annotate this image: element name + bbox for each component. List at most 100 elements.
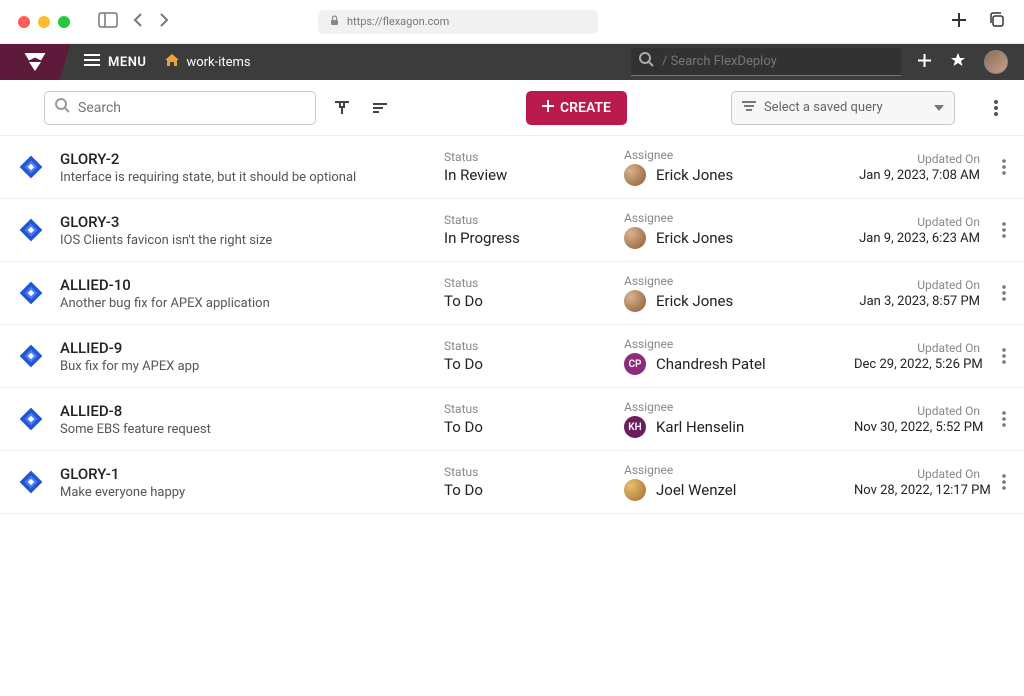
row-more-button[interactable] [992,155,1016,179]
assignee-name: Erick Jones [656,292,733,310]
row-more-button[interactable] [992,407,1016,431]
updated-value: Nov 28, 2022, 12:17 PM [854,483,980,498]
work-item-id[interactable]: ALLIED-10 [60,276,444,294]
window-controls [18,16,70,28]
add-tab-icon[interactable] [950,11,968,33]
assignee-name: Chandresh Patel [656,355,766,373]
assignee-avatar [624,227,646,249]
updated-label: Updated On [854,341,980,355]
item-type-icon [0,280,44,306]
assignee-avatar: KH [624,416,646,438]
maximize-window-icon[interactable] [58,16,70,28]
status-value: To Do [444,292,624,310]
work-item-row[interactable]: ALLIED-10 Another bug fix for APEX appli… [0,262,1024,325]
global-search[interactable] [631,48,901,76]
lock-icon [330,15,339,29]
updated-value: Jan 9, 2023, 7:08 AM [854,168,980,183]
work-item-id[interactable]: GLORY-2 [60,150,444,168]
item-type-icon [0,406,44,432]
menu-label: MENU [108,55,146,70]
menu-button[interactable]: MENU [70,54,160,70]
search-icon [55,98,70,117]
work-item-row[interactable]: ALLIED-9 Bux fix for my APEX app Status … [0,325,1024,388]
status-value: In Progress [444,229,624,247]
filter-list-icon [742,100,756,115]
row-more-button[interactable] [992,281,1016,305]
updated-label: Updated On [854,278,980,292]
updated-label: Updated On [854,152,980,166]
breadcrumb[interactable]: work-items [160,53,250,71]
back-icon[interactable] [132,12,144,32]
global-search-input[interactable] [662,54,893,69]
home-icon [164,53,180,71]
assignee-name: Joel Wenzel [656,481,736,499]
close-window-icon[interactable] [18,16,30,28]
assignee-avatar [624,290,646,312]
updated-value: Jan 3, 2023, 8:57 PM [854,294,980,309]
url-text: https://flexagon.com [347,15,449,28]
updated-label: Updated On [854,404,980,418]
updated-value: Jan 9, 2023, 6:23 AM [854,231,980,246]
status-label: Status [444,150,624,164]
work-item-id[interactable]: ALLIED-8 [60,402,444,420]
work-item-description: IOS Clients favicon isn't the right size [60,233,444,248]
row-more-button[interactable] [992,470,1016,494]
assignee-avatar [624,479,646,501]
work-item-id[interactable]: ALLIED-9 [60,339,444,357]
updated-label: Updated On [854,215,980,229]
create-label: CREATE [560,100,611,116]
assignee-label: Assignee [624,337,854,351]
status-value: To Do [444,418,624,436]
create-button[interactable]: CREATE [526,91,627,125]
work-item-description: Bux fix for my APEX app [60,359,444,374]
assignee-name: Karl Henselin [656,418,744,436]
status-label: Status [444,339,624,353]
sort-button[interactable] [368,96,392,120]
work-item-description: Another bug fix for APEX application [60,296,444,311]
url-bar[interactable]: https://flexagon.com [318,10,598,34]
status-value: To Do [444,481,624,499]
search-icon [639,52,654,71]
list-search-input[interactable] [78,100,305,116]
work-item-row[interactable]: GLORY-1 Make everyone happy Status To Do… [0,451,1024,514]
plus-icon [542,100,554,116]
forward-icon[interactable] [158,12,170,32]
work-item-id[interactable]: GLORY-1 [60,465,444,483]
work-item-description: Interface is requiring state, but it sho… [60,170,444,185]
work-item-row[interactable]: GLORY-3 IOS Clients favicon isn't the ri… [0,199,1024,262]
copy-tabs-icon[interactable] [988,11,1006,33]
item-type-icon [0,343,44,369]
item-type-icon [0,154,44,180]
work-item-row[interactable]: GLORY-2 Interface is requiring state, bu… [0,136,1024,199]
assignee-avatar [624,164,646,186]
sidebar-toggle-icon[interactable] [98,12,118,32]
status-label: Status [444,402,624,416]
assignee-label: Assignee [624,463,854,477]
toolbar: CREATE Select a saved query [0,80,1024,136]
browser-chrome: https://flexagon.com [0,0,1024,44]
updated-label: Updated On [854,467,980,481]
app-logo[interactable] [0,44,70,80]
work-item-id[interactable]: GLORY-3 [60,213,444,231]
assignee-name: Erick Jones [656,229,733,247]
minimize-window-icon[interactable] [38,16,50,28]
work-item-row[interactable]: ALLIED-8 Some EBS feature request Status… [0,388,1024,451]
row-more-button[interactable] [992,344,1016,368]
list-search[interactable] [44,91,316,125]
user-avatar[interactable] [984,50,1008,74]
assignee-label: Assignee [624,400,854,414]
assignee-label: Assignee [624,274,854,288]
updated-value: Dec 29, 2022, 5:26 PM [854,357,980,372]
row-more-button[interactable] [992,218,1016,242]
toolbar-more-button[interactable] [984,96,1008,120]
add-icon[interactable] [917,53,932,72]
filter-button[interactable] [330,96,354,120]
status-value: To Do [444,355,624,373]
saved-query-select[interactable]: Select a saved query [731,91,955,125]
work-item-list: GLORY-2 Interface is requiring state, bu… [0,136,1024,514]
assignee-label: Assignee [624,211,854,225]
work-item-description: Make everyone happy [60,485,444,500]
star-icon[interactable] [950,52,966,72]
status-label: Status [444,213,624,227]
item-type-icon [0,217,44,243]
